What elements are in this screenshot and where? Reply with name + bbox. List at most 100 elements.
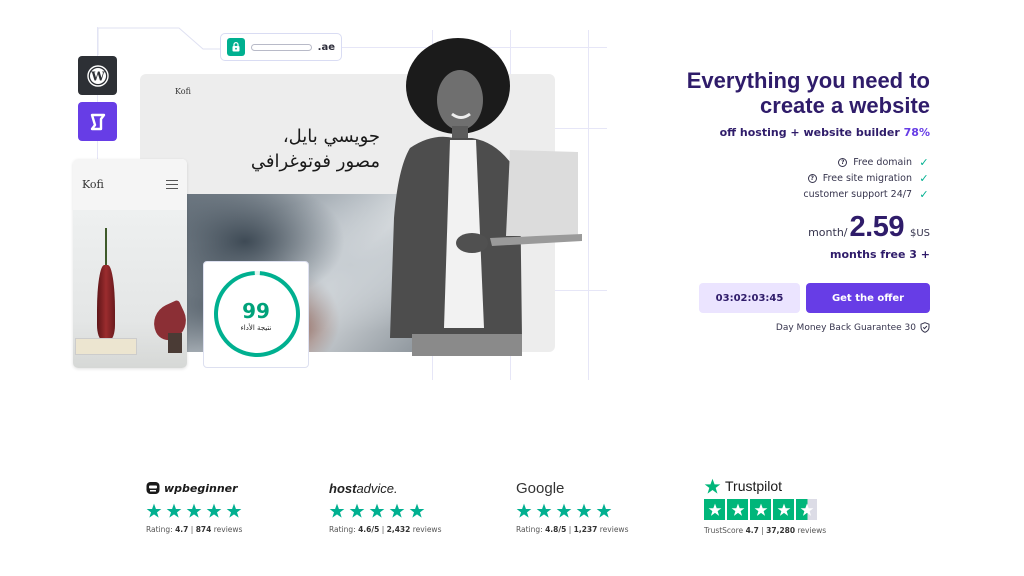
price-currency: $US xyxy=(909,228,930,239)
connector-line xyxy=(97,27,227,55)
preview-title-line1: جويسي بايل، xyxy=(282,126,380,147)
mobile-photo xyxy=(73,210,187,368)
person-with-laptop-image xyxy=(390,38,582,356)
trustpilot-logo: Trustpilot xyxy=(704,476,844,496)
price-value: 2.59 xyxy=(849,211,905,243)
rating-text: Rating: 4.6/5 | 2,432 reviews xyxy=(329,525,442,534)
hostadvice-logo: hostadvice. xyxy=(329,480,398,496)
feature-item: customer support 24/7 ✓ xyxy=(630,186,930,202)
stand xyxy=(168,333,182,353)
brand-name: wpbeginner xyxy=(164,481,238,495)
star-icon xyxy=(226,503,242,518)
countdown-timer: 03:02:03:45 xyxy=(699,283,800,313)
headline-line1: Everything you need to xyxy=(686,68,930,93)
hostinger-builder-icon xyxy=(78,102,117,141)
trustpilot-star-box xyxy=(750,499,771,520)
vase xyxy=(97,265,115,340)
money-back-guarantee: Day Money Back Guarantee 30 xyxy=(630,322,930,333)
star-icon xyxy=(576,503,592,518)
feature-list: ? Free domain ✓ ? Free site migration ✓ … xyxy=(630,154,930,202)
price-period: month/ xyxy=(808,226,848,239)
url-placeholder xyxy=(251,43,312,51)
star-icon xyxy=(349,503,365,518)
mobile-preview: Kofi xyxy=(73,159,187,368)
info-icon[interactable]: ? xyxy=(838,157,848,167)
headline-line2: create a website xyxy=(760,93,930,118)
url-tld: .ae xyxy=(317,41,335,53)
feature-label: Free domain xyxy=(853,156,912,168)
guarantee-text: Day Money Back Guarantee 30 xyxy=(775,322,916,333)
wordpress-icon: W xyxy=(78,56,117,95)
menu-icon xyxy=(166,180,178,189)
performance-score: 99 xyxy=(242,298,270,323)
star-icon xyxy=(146,503,162,518)
star-icon xyxy=(166,503,182,518)
star-icon xyxy=(708,503,721,516)
plant-stem xyxy=(105,228,107,268)
feature-item: ? Free site migration ✓ xyxy=(630,170,930,186)
star-icon xyxy=(329,503,345,518)
star-icon xyxy=(389,503,405,518)
brand-name: Google xyxy=(516,479,565,497)
offer-panel: Everything you need to create a website … xyxy=(630,68,930,333)
star-icon xyxy=(536,503,552,518)
check-icon: ✓ xyxy=(919,187,929,201)
star-icon xyxy=(754,503,767,516)
cta-row: 03:02:03:45 Get the offer xyxy=(630,283,930,313)
mobile-brand: Kofi xyxy=(82,178,104,191)
star-icon xyxy=(516,503,532,518)
lock-icon xyxy=(227,38,245,56)
hero-visual: .ae W Kofi جويسي بايل، مصور فوتوغرافي Ko… xyxy=(0,0,640,400)
review-hostadvice[interactable]: hostadvice. Rating: 4.6/5 | 2,432 review… xyxy=(329,478,469,535)
review-google[interactable]: Google Rating: 4.8/5 | 1,237 reviews xyxy=(516,478,656,535)
star-icon xyxy=(186,503,202,518)
trustpilot-star-box xyxy=(796,499,817,520)
star-icon xyxy=(409,503,425,518)
svg-text:W: W xyxy=(90,69,105,83)
star-rating xyxy=(329,503,469,519)
brand-name: Trustpilot xyxy=(725,478,783,494)
headline: Everything you need to create a website xyxy=(630,68,930,118)
review-wpbeginner[interactable]: wpbeginner Rating: 4.7 | 874 reviews xyxy=(146,478,286,535)
star-icon xyxy=(800,503,813,516)
url-bar: .ae xyxy=(220,33,342,61)
wpbeginner-icon xyxy=(146,482,160,494)
trustpilot-star-box xyxy=(704,499,725,520)
review-strip: wpbeginner Rating: 4.7 | 874 reviews hos… xyxy=(0,478,1024,548)
preview-brand: Kofi xyxy=(175,87,191,96)
star-icon xyxy=(777,503,790,516)
google-logo: Google xyxy=(516,478,656,498)
wpbeginner-logo: wpbeginner xyxy=(146,478,286,498)
star-icon xyxy=(731,503,744,516)
trustpilot-star-rating xyxy=(704,499,844,520)
books xyxy=(75,338,137,355)
star-icon xyxy=(596,503,612,518)
discount-percent: 78% xyxy=(903,126,930,139)
star-icon xyxy=(556,503,572,518)
feature-label: customer support 24/7 xyxy=(803,188,912,200)
discount-subline: off hosting + website builder 78% xyxy=(630,126,930,139)
price: month/ 2.59 $US xyxy=(630,211,930,244)
star-icon xyxy=(369,503,385,518)
mobile-header: Kofi xyxy=(73,159,187,210)
star-icon xyxy=(206,503,222,518)
grid-line xyxy=(588,30,589,380)
shield-check-icon xyxy=(920,322,930,333)
bonus-months: months free 3 + xyxy=(830,248,930,261)
feature-item: ? Free domain ✓ xyxy=(630,154,930,170)
star-rating xyxy=(146,503,286,519)
rating-text: TrustScore 4.7 | 37,280 reviews xyxy=(704,526,827,535)
trustpilot-star-box xyxy=(727,499,748,520)
get-offer-button[interactable]: Get the offer xyxy=(806,283,930,313)
trustpilot-star-icon xyxy=(704,478,721,494)
rating-text: Rating: 4.8/5 | 1,237 reviews xyxy=(516,525,629,534)
feature-label: Free site migration xyxy=(822,172,912,184)
rating-text: Rating: 4.7 | 874 reviews xyxy=(146,525,243,534)
review-trustpilot[interactable]: Trustpilot TrustScore 4.7 | 37,280 revie… xyxy=(704,476,844,535)
preview-title-line2: مصور فوتوغرافي xyxy=(250,151,380,172)
performance-label: نتيجة الأداء xyxy=(240,324,272,332)
check-icon: ✓ xyxy=(919,171,929,185)
star-rating xyxy=(516,503,656,519)
info-icon[interactable]: ? xyxy=(807,173,817,183)
preview-title: جويسي بايل، مصور فوتوغرافي xyxy=(240,124,380,174)
